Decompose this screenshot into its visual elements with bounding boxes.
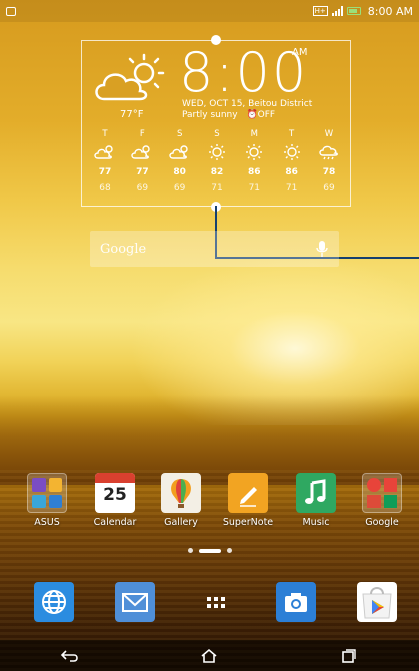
status-bar: H+ 8:00 AM bbox=[0, 0, 419, 22]
gallery-balloon-icon bbox=[161, 473, 201, 513]
forecast-high: 78 bbox=[322, 167, 336, 177]
forecast-day-label: T bbox=[102, 129, 108, 139]
signal-icon bbox=[331, 6, 343, 16]
forecast-low: 71 bbox=[285, 183, 298, 193]
status-time: 8:00 AM bbox=[367, 4, 413, 18]
camera-icon[interactable] bbox=[276, 582, 316, 622]
page-dot bbox=[226, 548, 232, 553]
forecast-day-label: F bbox=[139, 129, 145, 139]
app-gallery[interactable]: Gallery bbox=[150, 473, 212, 528]
partly-cloudy-icon bbox=[94, 145, 113, 159]
forecast-low: 71 bbox=[211, 183, 223, 193]
forecast-day: S 82 71 bbox=[202, 129, 232, 195]
app-label: Google bbox=[365, 517, 399, 528]
forecast-high: 77 bbox=[98, 167, 112, 177]
forecast-high: 86 bbox=[248, 167, 261, 177]
forecast-day-label: M bbox=[250, 129, 258, 139]
sun-icon bbox=[283, 144, 300, 160]
current-temperature: 77°F bbox=[120, 109, 144, 120]
forecast-day: M 86 71 bbox=[239, 129, 269, 195]
partly-cloudy-icon bbox=[131, 145, 151, 159]
sun-icon bbox=[208, 144, 225, 160]
app-label: Gallery bbox=[164, 517, 198, 528]
forecast-low: 69 bbox=[136, 183, 149, 193]
weather-condition: Partly sunny ⏰OFF bbox=[182, 110, 275, 121]
forecast-day: T 77 68 bbox=[90, 129, 120, 195]
page-dot-active bbox=[198, 548, 221, 553]
battery-icon bbox=[346, 7, 361, 15]
forecast-day: W 78 69 bbox=[314, 129, 344, 195]
forecast-day: F 77 69 bbox=[127, 129, 157, 195]
search-label: Google bbox=[100, 241, 147, 257]
forecast-low: 68 bbox=[99, 183, 111, 193]
music-note-icon bbox=[296, 473, 336, 513]
forecast-row: T 77 68 F 77 69 S 80 69 S 82 71 M 86 71 … bbox=[90, 129, 344, 195]
forecast-day-label: S bbox=[176, 129, 183, 139]
app-music[interactable]: Music bbox=[285, 473, 347, 528]
mail-envelope-icon[interactable] bbox=[115, 582, 155, 622]
app-calendar[interactable]: 25 Calendar bbox=[84, 473, 146, 528]
calendar-day: 25 bbox=[103, 485, 127, 505]
home-icon[interactable] bbox=[189, 644, 229, 668]
clock-ampm: AM bbox=[292, 47, 308, 58]
forecast-high: 80 bbox=[173, 167, 186, 177]
network-type-icon: H+ bbox=[312, 6, 328, 16]
forecast-low: 69 bbox=[323, 183, 335, 193]
clock-time[interactable]: 8:00 bbox=[179, 43, 308, 103]
sun-icon bbox=[246, 144, 263, 160]
notification-icon bbox=[6, 6, 16, 16]
app-google-folder[interactable]: Google bbox=[351, 473, 413, 528]
date-location: WED, OCT 15, Beitou District bbox=[182, 99, 313, 109]
clock-weather-widget[interactable]: 77°F 8:00 AM WED, OCT 15, Beitou Distric… bbox=[81, 35, 351, 212]
asus-folder-icon bbox=[27, 473, 67, 513]
alarm-status: ⏰OFF bbox=[246, 110, 276, 120]
forecast-low: 69 bbox=[173, 183, 186, 193]
navigation-bar bbox=[0, 640, 419, 671]
browser-globe-icon[interactable] bbox=[34, 582, 74, 622]
calendar-icon: 25 bbox=[95, 473, 135, 513]
google-folder-icon bbox=[362, 473, 402, 513]
back-icon[interactable] bbox=[50, 644, 90, 668]
forecast-low: 71 bbox=[248, 183, 261, 193]
page-dot bbox=[187, 548, 193, 553]
forecast-day-label: T bbox=[289, 129, 295, 139]
app-label: SuperNote bbox=[222, 517, 274, 528]
page-indicator bbox=[0, 548, 419, 553]
partly-sunny-icon bbox=[95, 53, 165, 101]
mic-icon[interactable] bbox=[315, 240, 329, 258]
forecast-day: S 80 69 bbox=[165, 129, 195, 195]
forecast-high: 86 bbox=[285, 167, 298, 177]
app-label: Calendar bbox=[93, 517, 137, 528]
partly-cloudy-icon bbox=[168, 145, 188, 159]
app-label: ASUS bbox=[34, 517, 60, 528]
app-supernote[interactable]: SuperNote bbox=[217, 473, 279, 528]
rain-cloud-icon bbox=[319, 145, 338, 160]
app-label: Music bbox=[302, 517, 330, 528]
home-screen: H+ 8:00 AM 77°F 8:00 AM WED, OCT 15, Bei… bbox=[0, 0, 419, 671]
forecast-day-label: W bbox=[324, 129, 334, 139]
recent-apps-icon[interactable] bbox=[329, 644, 369, 668]
condition-text: Partly sunny bbox=[182, 110, 238, 120]
forecast-day: T 86 71 bbox=[277, 129, 307, 195]
google-search-bar[interactable]: Google bbox=[90, 231, 339, 267]
all-apps-grid-icon[interactable] bbox=[196, 582, 236, 622]
play-store-icon[interactable] bbox=[357, 582, 397, 622]
forecast-high: 77 bbox=[136, 167, 149, 177]
forecast-day-label: S bbox=[214, 129, 220, 139]
forecast-high: 82 bbox=[210, 167, 224, 177]
app-asus-folder[interactable]: ASUS bbox=[16, 473, 78, 528]
supernote-pen-icon bbox=[228, 473, 268, 513]
